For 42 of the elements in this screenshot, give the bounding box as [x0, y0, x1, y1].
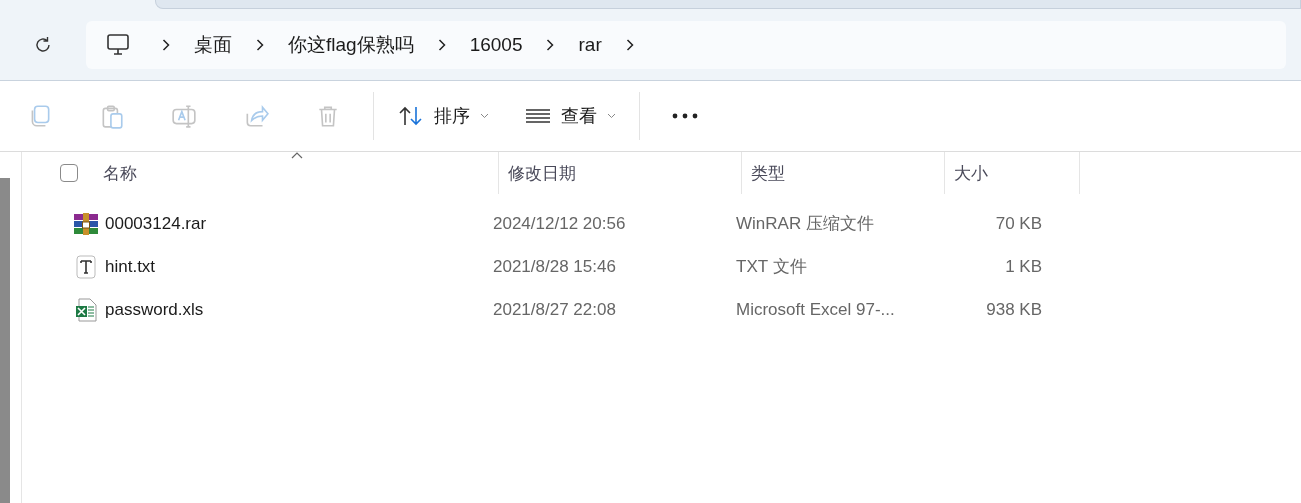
file-size: 1 KB	[1004, 256, 1043, 277]
caret-icon	[607, 113, 616, 119]
chevron-icon	[546, 39, 555, 51]
file-name[interactable]: 00003124.rar	[105, 213, 207, 234]
file-size: 938 KB	[985, 299, 1043, 320]
modified-date: 2021/8/27 22:08	[492, 299, 617, 320]
column-header[interactable]: 大小	[945, 152, 1080, 194]
modified-date: 2021/8/28 15:46	[492, 256, 617, 277]
file-type: TXT 文件	[735, 256, 808, 278]
file-name[interactable]: hint.txt	[105, 256, 156, 277]
sort-icon	[398, 105, 424, 127]
breadcrumb-item[interactable]: rar	[558, 34, 622, 56]
chevron-icon	[625, 39, 634, 51]
column-header[interactable]: 类型	[742, 152, 945, 194]
column-header[interactable]: 修改日期	[499, 152, 742, 194]
modified-date: 2024/12/12 20:56	[492, 213, 627, 234]
file-size: 70 KB	[994, 213, 1043, 234]
sort-indicator-icon	[290, 152, 303, 159]
chevron-icon	[437, 39, 446, 51]
file-type: WinRAR 压缩文件	[735, 213, 875, 235]
rename-icon	[171, 103, 197, 129]
select-all-checkbox[interactable]	[60, 164, 78, 182]
more-icon	[672, 113, 698, 119]
refresh-icon	[33, 35, 53, 55]
file-type: Microsoft Excel 97-...	[735, 299, 896, 320]
scrollbar[interactable]	[0, 178, 10, 503]
breadcrumb-item[interactable]: 16005	[449, 34, 543, 56]
address-bar[interactable]: 桌面 你这flag保熟吗 16005 rar	[86, 21, 1286, 69]
file-name[interactable]: password.xls	[105, 299, 204, 320]
spreadsheet-icon	[74, 297, 98, 322]
breadcrumb-item[interactable]: 你这flag保熟吗	[268, 32, 434, 58]
column-header[interactable]: 名称	[94, 152, 499, 194]
chevron-icon	[162, 39, 170, 51]
computer-icon	[106, 33, 130, 57]
archive-icon	[74, 212, 98, 235]
sort-button[interactable]: 排序	[384, 96, 503, 136]
breadcrumb-item[interactable]: 桌面	[174, 32, 252, 58]
list-icon	[525, 108, 551, 124]
caret-icon	[480, 113, 489, 119]
view-button[interactable]: 查看	[511, 96, 630, 136]
chevron-icon	[256, 39, 264, 51]
text-file-icon	[74, 254, 98, 279]
